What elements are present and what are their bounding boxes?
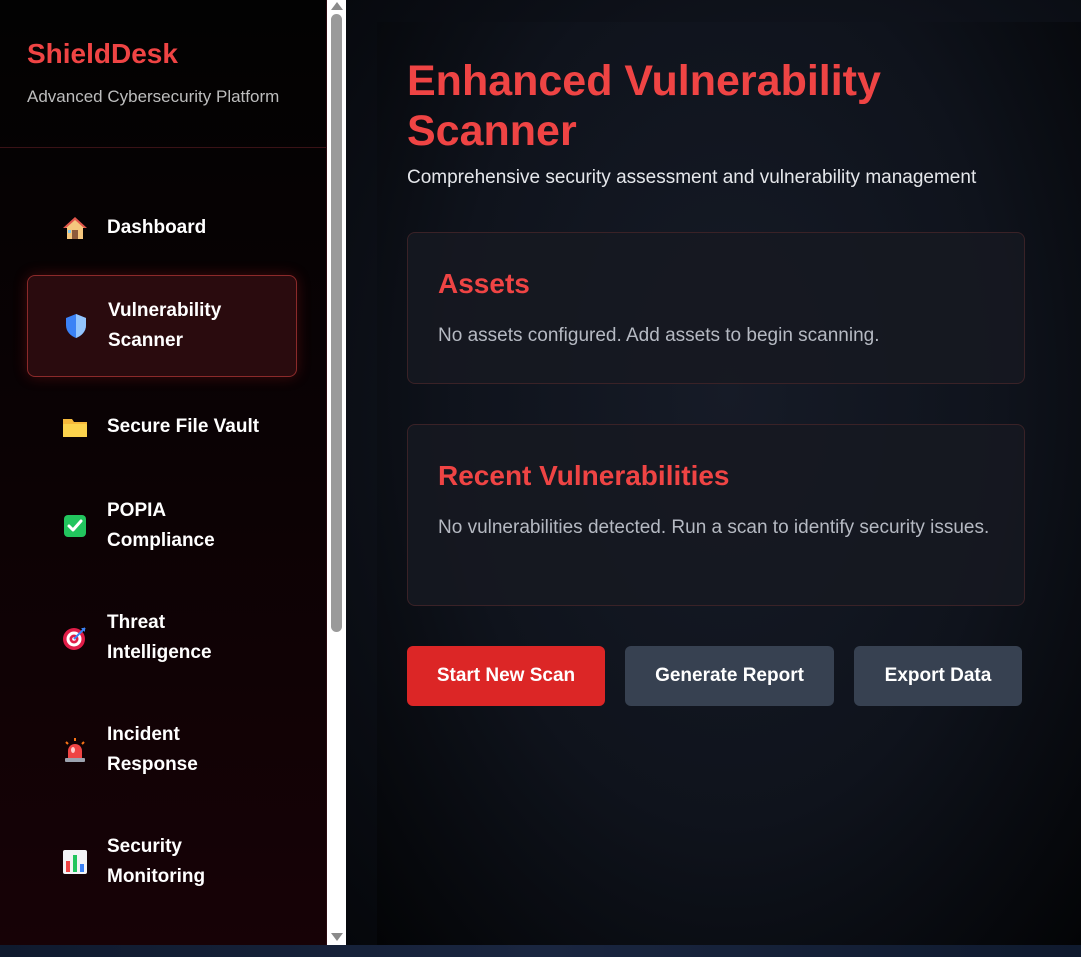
sidebar-item-label: Secure File Vault xyxy=(107,416,260,437)
assets-card-title: Assets xyxy=(438,268,530,299)
sidebar-item-secure-file-vault[interactable]: Secure File Vault xyxy=(27,411,297,443)
target-icon xyxy=(61,624,89,652)
sidebar-item-incident-response[interactable]: Incident Response xyxy=(27,719,297,781)
scrollbar-thumb[interactable] xyxy=(331,14,342,632)
sidebar-item-label: POPIA Compliance xyxy=(107,500,215,551)
scroll-up-arrow-icon[interactable] xyxy=(331,2,343,10)
generate-report-button[interactable]: Generate Report xyxy=(625,646,834,706)
sidebar: ShieldDesk Advanced Cybersecurity Platfo… xyxy=(0,0,327,945)
start-new-scan-button[interactable]: Start New Scan xyxy=(407,646,605,706)
scroll-down-arrow-icon[interactable] xyxy=(331,933,343,941)
assets-card-text: No assets configured. Add assets to begi… xyxy=(438,325,880,346)
vulnerabilities-card-title: Recent Vulnerabilities xyxy=(438,460,730,491)
brand-header: ShieldDesk Advanced Cybersecurity Platfo… xyxy=(0,0,326,148)
sidebar-item-vulnerability-scanner[interactable]: Vulnerability Scanner xyxy=(27,275,297,377)
assets-card: Assets No assets configured. Add assets … xyxy=(407,232,1025,384)
brand-title: ShieldDesk xyxy=(27,38,178,69)
sidebar-item-label: Incident Response xyxy=(107,724,198,775)
folder-icon xyxy=(61,413,89,441)
check-box-icon xyxy=(61,512,89,540)
sidebar-item-dashboard[interactable]: Dashboard xyxy=(27,212,297,244)
sidebar-scrollbar[interactable] xyxy=(327,0,346,945)
sidebar-item-label: Dashboard xyxy=(107,217,207,238)
sidebar-item-label: Security Monitoring xyxy=(107,836,206,887)
sidebar-item-security-monitoring[interactable]: Security Monitoring xyxy=(27,831,297,893)
page-subtitle: Comprehensive security assessment and vu… xyxy=(407,167,977,188)
sidebar-item-label: Vulnerability Scanner xyxy=(108,300,222,351)
siren-icon xyxy=(61,736,89,764)
page-title: Enhanced Vulnerability Scanner xyxy=(407,57,881,155)
vulnerabilities-card-text: No vulnerabilities detected. Run a scan … xyxy=(438,517,990,538)
bottom-edge-strip xyxy=(0,945,1081,957)
shield-icon xyxy=(62,312,90,340)
sidebar-item-label: Threat Intelligence xyxy=(107,612,212,663)
recent-vulnerabilities-card: Recent Vulnerabilities No vulnerabilitie… xyxy=(407,424,1025,606)
bar-chart-icon xyxy=(61,848,89,876)
brand-subtitle: Advanced Cybersecurity Platform xyxy=(27,87,280,106)
sidebar-item-popia-compliance[interactable]: POPIA Compliance xyxy=(27,495,297,557)
export-data-button[interactable]: Export Data xyxy=(854,646,1022,706)
sidebar-item-threat-intelligence[interactable]: Threat Intelligence xyxy=(27,607,297,669)
house-icon xyxy=(61,214,89,242)
